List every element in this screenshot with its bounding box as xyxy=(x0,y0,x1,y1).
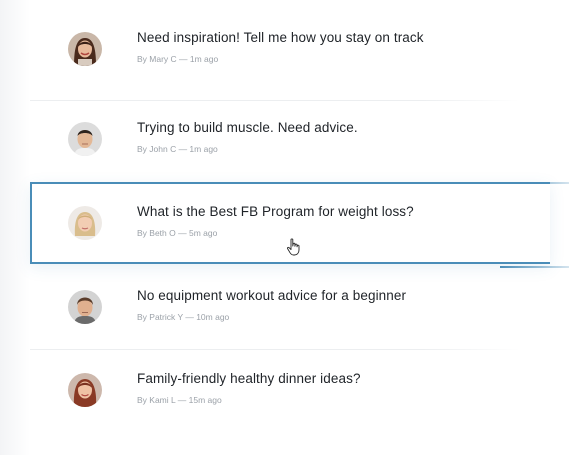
avatar-woman-dark-hair-icon xyxy=(68,32,102,66)
avatar-woman-blonde-icon xyxy=(68,206,102,240)
post-title[interactable]: Need inspiration! Tell me how you stay o… xyxy=(137,30,424,45)
avatar-man-brown-hair-icon xyxy=(68,290,102,324)
list-item[interactable]: Trying to build muscle. Need advice. By … xyxy=(30,98,550,180)
post-meta: By John C — 1m ago xyxy=(137,144,218,154)
list-item[interactable]: Family-friendly healthy dinner ideas? By… xyxy=(30,349,550,431)
list-item[interactable]: No equipment workout advice for a beginn… xyxy=(30,266,550,348)
post-title[interactable]: Trying to build muscle. Need advice. xyxy=(137,120,358,135)
post-title[interactable]: Family-friendly healthy dinner ideas? xyxy=(137,371,361,386)
avatar-woman-red-hair-icon xyxy=(68,373,102,407)
post-feed: Need inspiration! Tell me how you stay o… xyxy=(0,0,569,455)
post-meta: By Mary C — 1m ago xyxy=(137,54,219,64)
post-meta: By Kami L — 15m ago xyxy=(137,395,222,405)
left-edge-shadow xyxy=(0,0,30,455)
post-title[interactable]: No equipment workout advice for a beginn… xyxy=(137,288,406,303)
post-meta: By Patrick Y — 10m ago xyxy=(137,312,230,322)
post-title[interactable]: What is the Best FB Program for weight l… xyxy=(137,204,414,219)
post-meta: By Beth O — 5m ago xyxy=(137,228,218,238)
avatar-man-short-hair-icon xyxy=(68,122,102,156)
hand-pointer-icon xyxy=(286,238,302,256)
list-item[interactable]: Need inspiration! Tell me how you stay o… xyxy=(30,8,550,90)
